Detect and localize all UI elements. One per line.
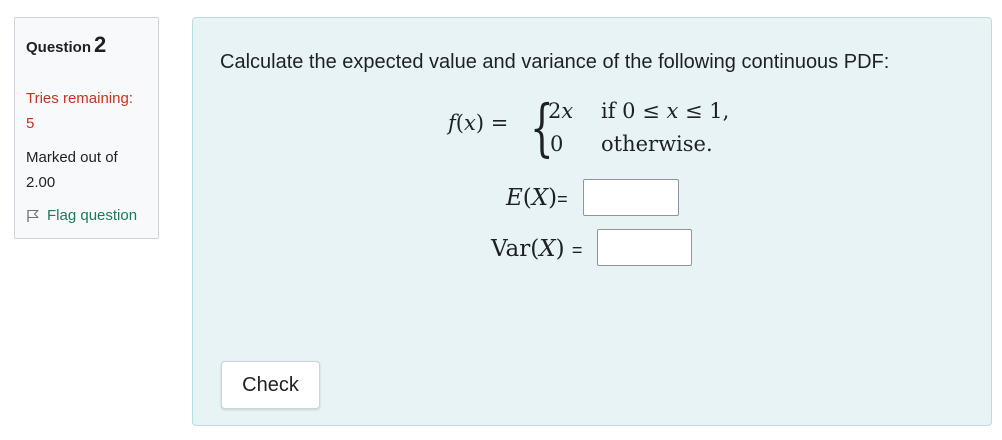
case1-coef: 2 — [548, 99, 562, 123]
pdf-lhs-open: ( — [455, 111, 464, 135]
question-label: Question — [26, 39, 92, 56]
pdf-fn-name: f — [448, 111, 456, 135]
case1-cond-var: x — [666, 99, 679, 123]
question-text: Calculate the expected value and varianc… — [220, 51, 890, 73]
variance-input[interactable] — [597, 229, 692, 266]
expected-value-input[interactable] — [583, 179, 679, 216]
ex-equals: = — [557, 189, 568, 209]
question-info-panel: Question 2 Tries remaining: 5 Marked out … — [14, 17, 159, 239]
pdf-case2-expression: 0 — [550, 132, 564, 156]
case1-var: x — [561, 99, 574, 123]
pdf-lhs-var: x — [463, 111, 476, 135]
var-close: ) — [555, 236, 565, 262]
marked-out-of: Marked out of 2.00 — [26, 145, 118, 195]
var-arg: X — [539, 236, 556, 262]
case1-cond-rest: ≤ 1, — [678, 99, 730, 123]
var-open: ( — [530, 236, 540, 262]
pdf-case1-condition: if 0 ≤ x ≤ 1, — [601, 99, 729, 123]
ex-fn: E — [506, 185, 523, 211]
pdf-lhs-close: ) = — [475, 111, 509, 135]
pdf-function-lhs: f(x) = — [448, 111, 508, 135]
flag-question-label[interactable]: Flag question — [47, 207, 137, 224]
question-number: 2 — [94, 32, 107, 57]
var-fn: Var — [491, 236, 531, 262]
var-equals: = — [571, 240, 583, 260]
tries-remaining: Tries remaining: 5 — [26, 86, 133, 136]
flag-outline-icon — [27, 209, 39, 222]
question-content: Calculate the expected value and varianc… — [192, 17, 992, 426]
flag-question-link[interactable]: Flag question — [26, 207, 137, 224]
tries-value: 5 — [26, 115, 35, 132]
check-button[interactable]: Check — [221, 361, 320, 409]
question-number-heading: Question 2 — [26, 32, 106, 58]
ex-open: ( — [522, 185, 532, 211]
pdf-case2-condition: otherwise. — [601, 132, 713, 156]
ex-arg: X — [531, 185, 549, 211]
ex-close: ) — [548, 185, 558, 211]
tries-label: Tries remaining: — [26, 90, 133, 107]
case1-cond-if: if 0 ≤ — [601, 99, 667, 123]
expected-value-label: E(X)= — [506, 185, 568, 211]
variance-label: Var(X) = — [491, 236, 582, 262]
pdf-case1-expression: 2x — [548, 99, 573, 123]
marked-label: Marked out of — [26, 149, 118, 166]
marked-value: 2.00 — [26, 174, 56, 191]
